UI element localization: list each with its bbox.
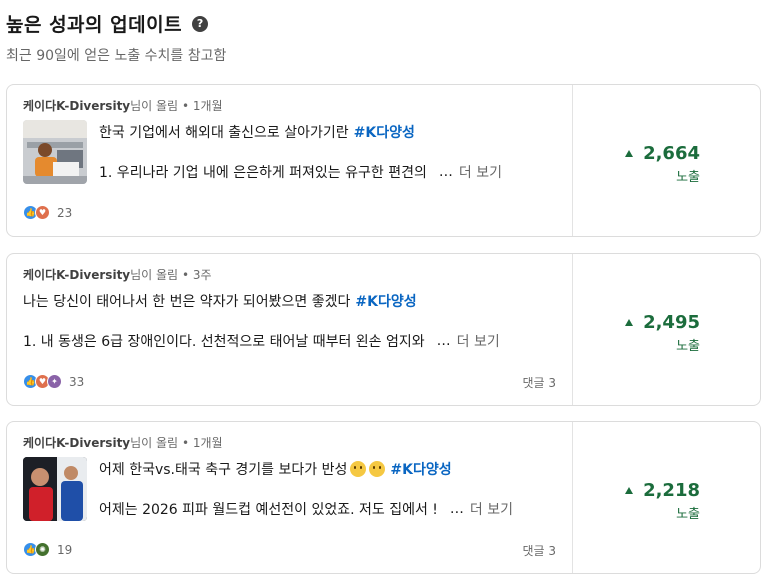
posted-label: 님이 올림 (130, 268, 179, 282)
post-excerpt: 어제는 2026 피파 월드컵 예선전이 있었죠. 저도 집에서 ! (99, 502, 438, 518)
comments-count[interactable]: 댓글 3 (522, 542, 556, 559)
post-meta: 케이다K-Diversity님이 올림 • 3주 (23, 266, 212, 283)
hashtag-link[interactable]: #K다양성 (355, 294, 416, 310)
impressions-value: 2,495 (643, 312, 700, 333)
post-stats: 2,664 노출 (573, 85, 760, 236)
hashtag-link[interactable]: #K다양성 (390, 462, 451, 478)
see-more-link[interactable]: 더 보기 (470, 499, 513, 519)
trend-up-icon (625, 319, 634, 326)
reactions-summary[interactable]: 👍 ♥ 23 (23, 205, 72, 220)
posted-label: 님이 올림 (130, 99, 179, 113)
impressions-label: 노출 (676, 170, 700, 185)
celebrate-reaction-icon: ✺ (35, 542, 50, 557)
trend-up-icon (625, 487, 634, 494)
ellipsis: … (449, 501, 464, 517)
post-content[interactable]: 케이다K-Diversity님이 올림 • 1개월 한국 기업에서 해외대 출신… (7, 85, 573, 236)
sad-face-emoji-icon (350, 461, 367, 477)
ellipsis: … (436, 333, 451, 349)
post-excerpt: 1. 내 동생은 6급 장애인이다. 선천적으로 태어날 때부터 왼손 엄지와 (23, 334, 425, 350)
post-meta: 케이다K-Diversity님이 올림 • 1개월 (23, 97, 223, 114)
trend-up-icon (625, 150, 634, 157)
section-title: 높은 성과의 업데이트 (6, 14, 183, 36)
section-subtitle: 최근 90일에 얻은 노출 수치를 참고함 (6, 48, 227, 64)
post-title-text: 어제 한국vs.태국 축구 경기를 보다가 반성 (99, 462, 348, 478)
reactions-summary[interactable]: 👍 ✺ 19 (23, 542, 72, 557)
post-content[interactable]: 케이다K-Diversity님이 올림 • 3주 나는 당신이 태어나서 한 번… (7, 254, 573, 405)
post-thumbnail[interactable] (23, 120, 87, 184)
see-more-link[interactable]: 더 보기 (459, 162, 502, 182)
neutral-face-emoji-icon (369, 461, 386, 477)
post-stats: 2,218 노출 (573, 422, 760, 573)
reactions-count: 19 (57, 542, 73, 557)
see-more-link[interactable]: 더 보기 (457, 331, 500, 351)
support-reaction-icon: ✦ (47, 374, 62, 389)
post-card[interactable]: 케이다K-Diversity님이 올림 • 3주 나는 당신이 태어나서 한 번… (6, 253, 761, 406)
posted-label: 님이 올림 (130, 436, 179, 450)
reactions-summary[interactable]: 👍 ♥ ✦ 33 (23, 374, 84, 389)
question-circle-icon[interactable]: ? (192, 15, 209, 32)
author-name[interactable]: 케이다K-Diversity (23, 268, 130, 282)
impressions-label: 노출 (676, 339, 700, 354)
post-title[interactable]: 어제 한국vs.태국 축구 경기를 보다가 반성 #K다양성 (99, 459, 452, 479)
post-time: • 3주 (181, 268, 212, 282)
reactions-count: 23 (57, 205, 73, 220)
love-reaction-icon: ♥ (35, 205, 50, 220)
post-thumbnail[interactable] (23, 457, 87, 521)
post-content[interactable]: 케이다K-Diversity님이 올림 • 1개월 어제 한국vs.태국 축구 … (7, 422, 573, 573)
post-meta: 케이다K-Diversity님이 올림 • 1개월 (23, 434, 223, 451)
section-header: 높은 성과의 업데이트 ? 최근 90일에 얻은 노출 수치를 참고함 (6, 10, 226, 65)
author-name[interactable]: 케이다K-Diversity (23, 99, 130, 113)
post-excerpt: 1. 우리나라 기업 내에 은은하게 퍼져있는 유구한 편견의 (99, 165, 427, 181)
impressions-label: 노출 (676, 507, 700, 522)
impressions-value: 2,664 (643, 143, 700, 164)
post-title[interactable]: 나는 당신이 태어나서 한 번은 약자가 되어봤으면 좋겠다 #K다양성 (23, 291, 417, 311)
post-title-text: 한국 기업에서 해외대 출신으로 살아가기란 (99, 125, 349, 141)
post-excerpt-row: 어제는 2026 피파 월드컵 예선전이 있었죠. 저도 집에서 ! … 더 보… (99, 499, 556, 519)
post-title-text: 나는 당신이 태어나서 한 번은 약자가 되어봤으면 좋겠다 (23, 294, 351, 310)
post-stats: 2,495 노출 (573, 254, 760, 405)
reactions-count: 33 (69, 374, 85, 389)
post-time: • 1개월 (181, 99, 223, 113)
impressions-value: 2,218 (643, 480, 700, 501)
comments-count[interactable]: 댓글 3 (522, 374, 556, 391)
post-card[interactable]: 케이다K-Diversity님이 올림 • 1개월 한국 기업에서 해외대 출신… (6, 84, 761, 237)
post-excerpt-row: 1. 내 동생은 6급 장애인이다. 선천적으로 태어날 때부터 왼손 엄지와 … (23, 331, 556, 351)
post-title[interactable]: 한국 기업에서 해외대 출신으로 살아가기란 #K다양성 (99, 122, 415, 142)
post-time: • 1개월 (181, 436, 223, 450)
ellipsis: … (438, 164, 453, 180)
hashtag-link[interactable]: #K다양성 (354, 125, 415, 141)
post-excerpt-row: 1. 우리나라 기업 내에 은은하게 퍼져있는 유구한 편견의 … 더 보기 (99, 162, 556, 182)
author-name[interactable]: 케이다K-Diversity (23, 436, 130, 450)
post-card[interactable]: 케이다K-Diversity님이 올림 • 1개월 어제 한국vs.태국 축구 … (6, 421, 761, 574)
